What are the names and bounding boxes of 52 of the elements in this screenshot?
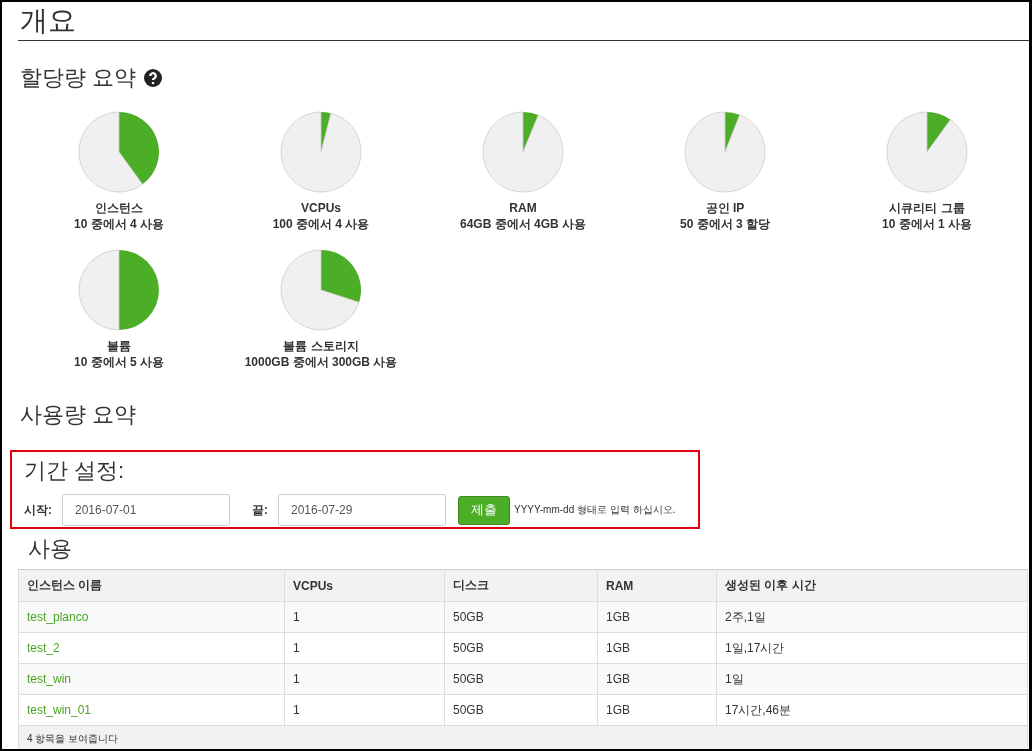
help-icon[interactable] xyxy=(144,69,163,87)
table-cell: 50GB xyxy=(444,663,598,695)
table-cell: 17시간,46분 xyxy=(716,694,1028,726)
quota-usage: 10 중에서 1 사용 xyxy=(882,216,972,232)
quota-usage: 1000GB 중에서 300GB 사용 xyxy=(244,354,398,370)
quota-name: RAM xyxy=(509,200,537,216)
table-cell: 1 xyxy=(284,632,445,664)
quota-name: 인스턴스 xyxy=(95,200,143,216)
quota-usage: 10 중에서 5 사용 xyxy=(74,354,164,370)
column-header: VCPUs xyxy=(284,569,445,602)
quota-usage: 10 중에서 4 사용 xyxy=(74,216,164,232)
table-cell: 1일,17시간 xyxy=(716,632,1028,664)
column-header: 디스크 xyxy=(444,569,598,602)
table-cell: 2주,1일 xyxy=(716,601,1028,633)
table-cell: 50GB xyxy=(444,694,598,726)
submit-button[interactable]: 제출 xyxy=(458,495,510,525)
instance-link[interactable]: test_win xyxy=(27,672,72,686)
table-cell: 50GB xyxy=(444,632,598,664)
page-title: 개요 xyxy=(20,5,76,36)
table-cell: 1GB xyxy=(597,694,717,726)
quota-name: 시큐리티 그룹 xyxy=(889,200,965,216)
section-title: 사용량 요약 xyxy=(20,401,137,429)
table-title: 사용 xyxy=(28,535,73,563)
column-header: 인스턴스 이름 xyxy=(18,569,285,602)
quota-name: 볼륨 스토리지 xyxy=(283,338,359,354)
end-label: 끝: xyxy=(252,501,268,519)
quota-usage: 100 중에서 4 사용 xyxy=(272,216,370,232)
column-header: 생성된 이후 시간 xyxy=(716,569,1028,602)
table-cell: 50GB xyxy=(444,601,598,633)
table-cell: 1 xyxy=(284,601,445,633)
date-format-hint: YYYY-mm-dd 형태로 입력 하십시오. xyxy=(514,503,676,517)
instance-link[interactable]: test_2 xyxy=(27,641,60,655)
table-footer: 4 항목을 보여줍니다 xyxy=(18,725,1028,749)
quota-name: 볼륨 xyxy=(107,338,131,354)
table-cell: 1 xyxy=(284,694,445,726)
quota-name: 공인 IP xyxy=(705,200,745,216)
quota-usage: 50 중에서 3 할당 xyxy=(680,216,770,232)
table-cell: 1GB xyxy=(597,663,717,695)
quota-usage: 64GB 중에서 4GB 사용 xyxy=(460,216,586,232)
table-cell: 1일 xyxy=(716,663,1028,695)
table-cell: 1 xyxy=(284,663,445,695)
instance-link[interactable]: test_win_01 xyxy=(27,703,92,717)
instance-link[interactable]: test_planco xyxy=(27,610,89,624)
column-header: RAM xyxy=(597,569,717,602)
start-date-field[interactable]: 2016-07-01 xyxy=(62,494,230,526)
section-title: 할당량 요약 xyxy=(20,64,137,92)
quota-name: VCPUs xyxy=(301,200,341,216)
end-date-field[interactable]: 2016-07-29 xyxy=(278,494,446,526)
table-cell: 1GB xyxy=(597,601,717,633)
period-title: 기간 설정: xyxy=(24,457,126,485)
table-cell: 1GB xyxy=(597,632,717,664)
start-label: 시작: xyxy=(24,501,52,519)
